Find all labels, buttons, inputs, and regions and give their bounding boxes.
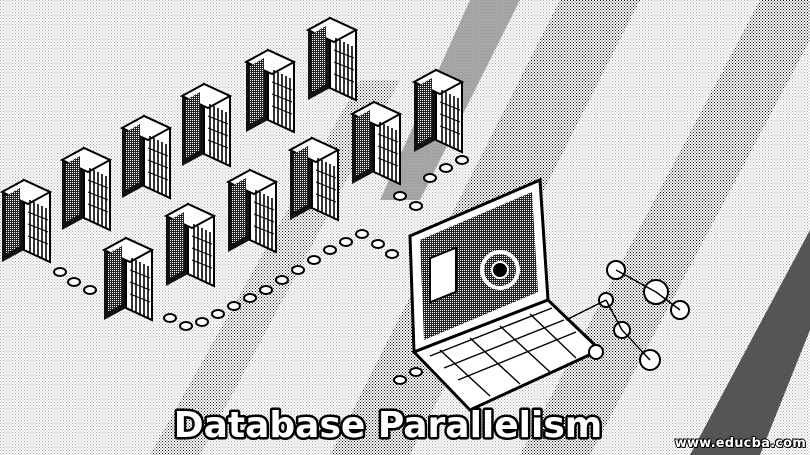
chain-link-icon	[423, 173, 437, 183]
chain-link-icon	[385, 249, 399, 259]
server-rack-icon	[165, 203, 215, 287]
server-rack-icon	[103, 237, 153, 321]
chain-link-icon	[291, 265, 305, 275]
server-rack-icon	[289, 137, 339, 221]
chain-link-icon	[243, 293, 257, 303]
chain-link-icon	[53, 267, 67, 277]
server-rack-icon	[1, 179, 51, 263]
watermark-text: www.educba.com	[674, 436, 806, 451]
background-stripes	[0, 0, 810, 455]
server-rack-icon	[245, 49, 295, 133]
chain-link-icon	[211, 309, 225, 319]
chain-link-icon	[371, 239, 385, 249]
chain-link-icon	[163, 313, 177, 323]
server-rack-icon	[227, 169, 277, 253]
chain-link-icon	[393, 375, 407, 385]
chain-link-icon	[455, 155, 469, 165]
chain-link-icon	[409, 367, 423, 377]
chain-link-icon	[275, 275, 289, 285]
chain-link-icon	[227, 301, 241, 311]
chain-link-icon	[259, 285, 273, 295]
server-rack-icon	[61, 147, 111, 231]
chain-link-icon	[323, 245, 337, 255]
chain-link-icon	[83, 285, 97, 295]
chain-link-icon	[393, 191, 407, 201]
server-rack-icon	[413, 69, 463, 153]
chain-link-icon	[439, 163, 453, 173]
server-rack-icon	[181, 83, 231, 167]
chain-link-icon	[195, 317, 209, 327]
image-title: Database Parallelism	[174, 405, 603, 446]
chain-link-icon	[339, 237, 353, 247]
chain-link-icon	[179, 321, 193, 331]
database-parallelism-illustration: Database Parallelism	[0, 0, 810, 455]
chain-link-icon	[307, 255, 321, 265]
server-rack-icon	[121, 115, 171, 199]
chain-link-icon	[355, 229, 369, 239]
chain-link-icon	[67, 277, 81, 287]
node-circle-icon	[588, 344, 604, 360]
server-rack-icon	[307, 17, 357, 101]
server-rack-icon	[351, 101, 401, 185]
chain-link-icon	[409, 201, 423, 211]
